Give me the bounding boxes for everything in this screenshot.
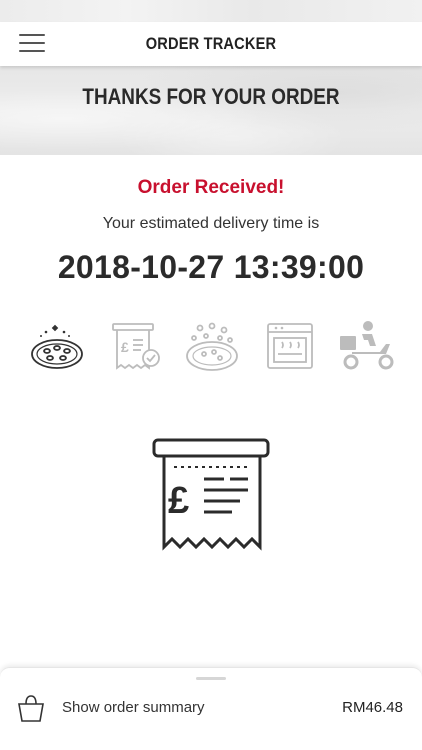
drag-handle[interactable]: [196, 677, 226, 680]
order-status: Order Received!: [137, 177, 285, 198]
show-order-summary-button[interactable]: Show order summary: [62, 699, 205, 716]
order-total: RM46.48: [342, 699, 403, 716]
pizza-icon: [27, 318, 87, 378]
order-progress-steps: £: [0, 318, 422, 378]
eta-time: 2018-10-27 13:39:00: [57, 249, 365, 285]
receipt-icon: £: [152, 437, 270, 557]
delivery-scooter-icon: [338, 318, 398, 378]
oven-icon: [262, 318, 322, 378]
svg-text:£: £: [168, 480, 189, 522]
status-bar-area: [0, 0, 422, 22]
eta-label: Your estimated delivery time is: [102, 215, 320, 232]
order-summary-sheet[interactable]: Show order summary RM46.48: [0, 667, 422, 750]
basket-icon: [17, 693, 45, 723]
page-title: ORDER TRACKER: [145, 34, 277, 53]
app-header: ORDER TRACKER: [0, 22, 422, 66]
svg-text:£: £: [121, 339, 129, 355]
thanks-banner: THANKS FOR YOUR ORDER: [0, 66, 422, 155]
banner-title: THANKS FOR YOUR ORDER: [82, 84, 340, 109]
pizza-prep-icon: [182, 318, 242, 378]
receipt-check-icon: £: [107, 318, 167, 378]
